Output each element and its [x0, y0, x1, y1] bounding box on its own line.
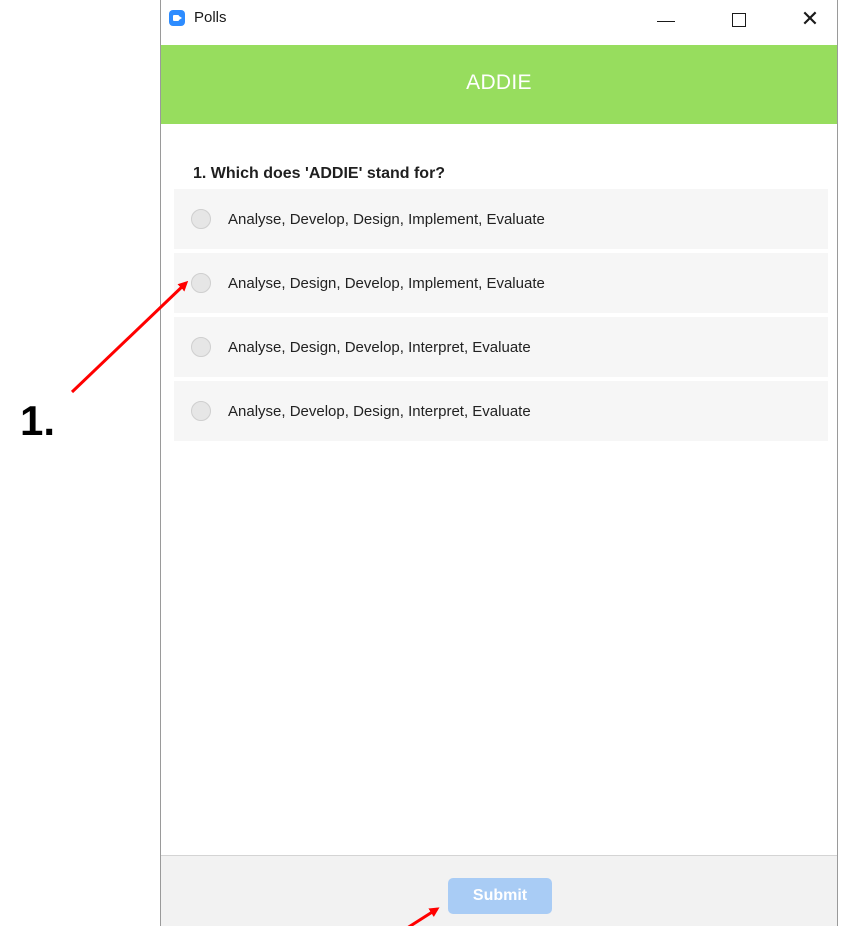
annotation-step-label: 1. — [20, 397, 56, 444]
radio-button[interactable] — [191, 337, 211, 357]
maximize-button[interactable] — [716, 0, 762, 40]
answer-option-label: Analyse, Develop, Design, Implement, Eva… — [228, 210, 545, 228]
close-icon: ✕ — [800, 7, 820, 32]
poll-footer: Submit — [161, 855, 837, 926]
minimize-icon — [657, 20, 675, 22]
polls-window: Polls ✕ ADDIE 1. Which does 'ADDIE' stan… — [160, 0, 838, 926]
answer-option[interactable]: Analyse, Develop, Design, Interpret, Eva… — [174, 381, 828, 441]
answer-option[interactable]: Analyse, Design, Develop, Interpret, Eva… — [174, 317, 828, 377]
answer-option[interactable]: Analyse, Develop, Design, Implement, Eva… — [174, 189, 828, 249]
maximize-icon — [732, 13, 746, 27]
zoom-app-icon — [169, 10, 185, 26]
question-text: 1. Which does 'ADDIE' stand for? — [193, 165, 446, 182]
close-button[interactable]: ✕ — [787, 0, 833, 40]
radio-button[interactable] — [191, 401, 211, 421]
submit-button[interactable]: Submit — [448, 878, 552, 914]
answer-option-label: Analyse, Develop, Design, Interpret, Eva… — [228, 402, 531, 420]
poll-title: ADDIE — [466, 70, 532, 94]
answer-option[interactable]: Analyse, Design, Develop, Implement, Eva… — [174, 253, 828, 313]
screenshot-canvas: Polls ✕ ADDIE 1. Which does 'ADDIE' stan… — [0, 0, 849, 926]
answer-options: Analyse, Develop, Design, Implement, Eva… — [174, 189, 828, 445]
window-titlebar: Polls ✕ — [161, 0, 837, 45]
minimize-button[interactable] — [643, 0, 689, 40]
radio-button[interactable] — [191, 209, 211, 229]
window-title: Polls — [194, 9, 227, 26]
radio-button[interactable] — [191, 273, 211, 293]
poll-header: ADDIE — [161, 45, 837, 124]
answer-option-label: Analyse, Design, Develop, Interpret, Eva… — [228, 338, 531, 356]
answer-option-label: Analyse, Design, Develop, Implement, Eva… — [228, 274, 545, 292]
